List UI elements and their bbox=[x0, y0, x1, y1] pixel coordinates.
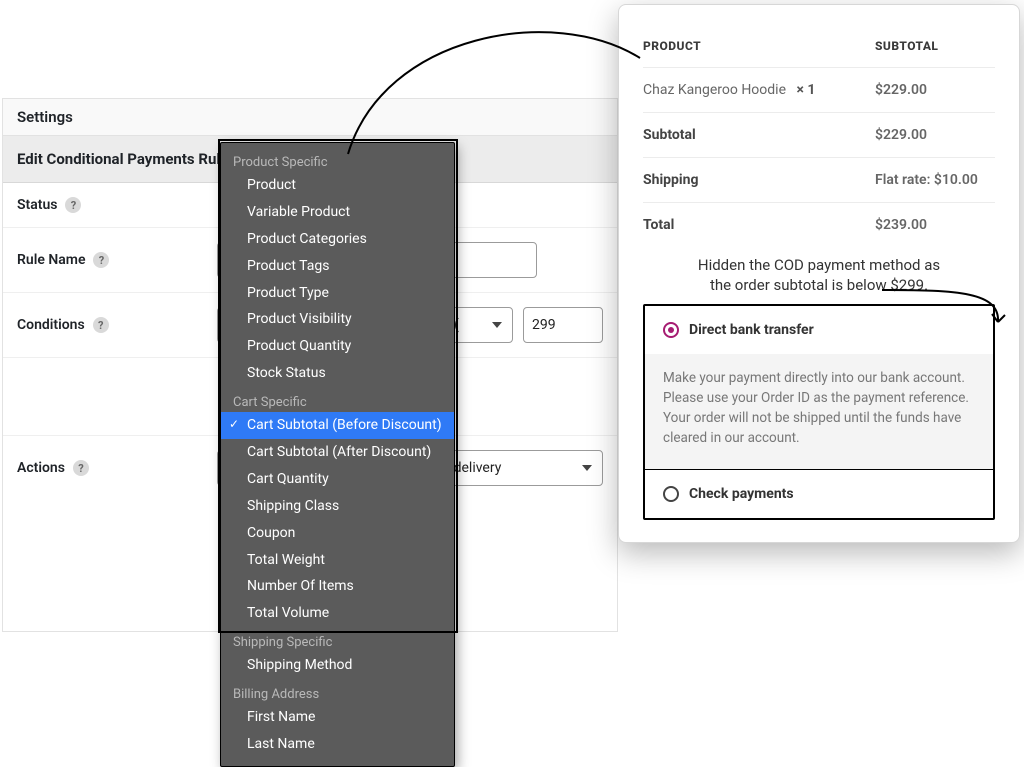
subtotal-label: Subtotal bbox=[643, 113, 875, 158]
dropdown-group-header: Product Specific bbox=[221, 147, 454, 172]
annotation-line-1: Hidden the COD payment method as bbox=[651, 255, 987, 275]
actions-label: Actions bbox=[17, 460, 65, 476]
dropdown-option[interactable]: Number Of Items bbox=[221, 573, 454, 600]
help-icon[interactable]: ? bbox=[93, 252, 109, 268]
dropdown-option[interactable]: Stock Status bbox=[221, 360, 454, 387]
dropdown-option[interactable]: Product Type bbox=[221, 280, 454, 307]
conditions-label: Conditions bbox=[17, 317, 85, 333]
radio-off-icon bbox=[663, 486, 679, 502]
total-value: $239.00 bbox=[875, 203, 995, 248]
total-label: Total bbox=[643, 203, 875, 248]
help-icon[interactable]: ? bbox=[93, 317, 109, 333]
dropdown-option[interactable]: Cart Subtotal (Before Discount) bbox=[221, 412, 454, 439]
dropdown-option[interactable]: Cart Subtotal (After Discount) bbox=[221, 439, 454, 466]
dropdown-option[interactable]: Product Visibility bbox=[221, 306, 454, 333]
annotation-line-2: the order subtotal is below $299. bbox=[651, 275, 987, 295]
line-item-price: $229.00 bbox=[875, 68, 995, 113]
radio-on-icon bbox=[663, 322, 679, 338]
dropdown-group-header: Billing Address bbox=[221, 679, 454, 704]
payment-option-bank-transfer[interactable]: Direct bank transfer bbox=[645, 306, 993, 354]
dropdown-option[interactable]: Shipping Method bbox=[221, 652, 454, 679]
payment-option-bank-label: Direct bank transfer bbox=[689, 322, 814, 338]
dropdown-option[interactable]: Product Categories bbox=[221, 226, 454, 253]
order-summary-table: PRODUCT SUBTOTAL Chaz Kangeroo Hoodie × … bbox=[643, 31, 995, 247]
page-title: Settings bbox=[3, 99, 617, 136]
dropdown-option[interactable]: Cart Quantity bbox=[221, 466, 454, 493]
annotation: Hidden the COD payment method as the ord… bbox=[651, 255, 987, 296]
status-label: Status bbox=[17, 197, 57, 213]
line-item-name: Chaz Kangeroo Hoodie bbox=[643, 82, 786, 98]
payment-option-bank-description: Make your payment directly into our bank… bbox=[645, 354, 993, 470]
dropdown-option[interactable]: Product Quantity bbox=[221, 333, 454, 360]
subtotal-value: $229.00 bbox=[875, 113, 995, 158]
dropdown-group-header: Cart Specific bbox=[221, 387, 454, 412]
dropdown-option[interactable]: Last Name bbox=[221, 731, 454, 758]
payment-option-check[interactable]: Check payments bbox=[645, 470, 993, 518]
rule-name-label: Rule Name bbox=[17, 252, 85, 268]
payment-option-check-label: Check payments bbox=[689, 486, 794, 502]
dropdown-option[interactable]: Total Volume bbox=[221, 600, 454, 627]
shipping-value: Flat rate: $10.00 bbox=[875, 158, 995, 203]
dropdown-option[interactable]: Variable Product bbox=[221, 199, 454, 226]
dropdown-option[interactable]: Shipping Class bbox=[221, 493, 454, 520]
dropdown-option[interactable]: Product Tags bbox=[221, 253, 454, 280]
dropdown-option[interactable]: Coupon bbox=[221, 520, 454, 547]
condition-attribute-dropdown[interactable]: Product SpecificProductVariable ProductP… bbox=[220, 142, 455, 767]
payment-methods-box: Direct bank transfer Make your payment d… bbox=[643, 304, 995, 520]
dropdown-group-header: Shipping Specific bbox=[221, 627, 454, 652]
help-icon[interactable]: ? bbox=[73, 460, 89, 476]
condition-value-text: 299 bbox=[532, 317, 556, 333]
condition-value-input[interactable]: 299 bbox=[523, 307, 603, 343]
dropdown-option[interactable]: First Name bbox=[221, 704, 454, 731]
shipping-label: Shipping bbox=[643, 158, 875, 203]
line-item-qty: × 1 bbox=[796, 82, 815, 98]
line-item-row: Chaz Kangeroo Hoodie × 1 $229.00 bbox=[643, 68, 995, 113]
col-product: PRODUCT bbox=[643, 31, 875, 68]
dropdown-option[interactable]: Total Weight bbox=[221, 547, 454, 574]
col-subtotal: SUBTOTAL bbox=[875, 31, 995, 68]
help-icon[interactable]: ? bbox=[65, 197, 81, 213]
dropdown-option[interactable]: Product bbox=[221, 172, 454, 199]
checkout-summary-panel: PRODUCT SUBTOTAL Chaz Kangeroo Hoodie × … bbox=[618, 4, 1020, 543]
